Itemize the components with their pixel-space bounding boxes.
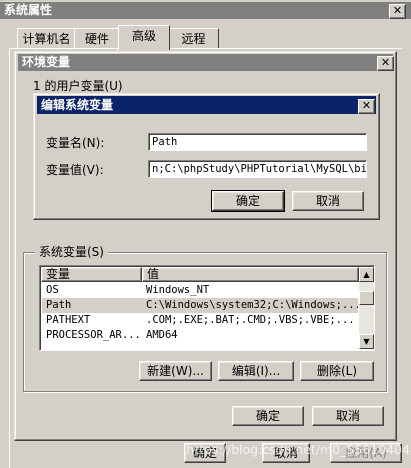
new-variable-button[interactable]: 新建(W)... bbox=[139, 361, 212, 381]
list-header: 变量 值 bbox=[41, 267, 359, 282]
table-row[interactable]: PATHEXT .COM;.EXE;.BAT;.CMD;.VBS;.VBE;..… bbox=[42, 313, 358, 328]
environment-variables-close-button[interactable]: ✕ bbox=[377, 56, 394, 71]
variable-name-cell: Path bbox=[46, 299, 72, 311]
list-body: OS Windows_NT Path C:\Windows\system32;C… bbox=[41, 283, 359, 349]
variable-value-input[interactable]: n;C:\phpStudy\PHPTutorial\MySQL\bin bbox=[148, 160, 367, 178]
system-properties-close-button[interactable]: ✕ bbox=[389, 4, 406, 19]
variable-value-text: n;C:\phpStudy\PHPTutorial\MySQL\bin bbox=[152, 163, 367, 175]
system-properties-titlebar: 系统属性 bbox=[0, 2, 411, 19]
variable-value-label: 变量值(V): bbox=[46, 163, 104, 177]
edit-cancel-button[interactable]: 取消 bbox=[292, 191, 364, 211]
system-variables-list[interactable]: 变量 值 OS Windows_NT Path C:\Windows\syste… bbox=[39, 265, 375, 351]
column-header-value[interactable]: 值 bbox=[142, 267, 359, 282]
scroll-down-icon[interactable]: ▼ bbox=[359, 334, 374, 349]
variable-name-text: Path bbox=[152, 136, 178, 148]
variable-value-cell: AMD64 bbox=[146, 329, 178, 341]
variable-value-cell: C:\Windows\system32;C:\Windows;... bbox=[146, 299, 358, 311]
edit-system-variable-titlebar: 编辑系统变量 bbox=[37, 96, 376, 114]
close-icon: ✕ bbox=[361, 99, 372, 112]
variable-name-input[interactable]: Path bbox=[148, 133, 367, 151]
variable-name-cell: PROCESSOR_AR... bbox=[46, 329, 141, 341]
close-icon: ✕ bbox=[392, 4, 403, 17]
vertical-scrollbar[interactable]: ▲ ▼ bbox=[359, 267, 374, 349]
tab-advanced[interactable]: 高级 bbox=[118, 25, 170, 50]
edit-system-variable-title: 编辑系统变量 bbox=[41, 98, 114, 112]
edit-variable-button[interactable]: 编辑(I)... bbox=[218, 361, 294, 381]
variable-name-label: 变量名(N): bbox=[46, 136, 105, 150]
table-row[interactable]: OS Windows_NT bbox=[42, 283, 358, 298]
scroll-thumb[interactable] bbox=[359, 291, 374, 305]
column-header-variable[interactable]: 变量 bbox=[41, 267, 142, 282]
delete-variable-button[interactable]: 删除(L) bbox=[300, 361, 374, 381]
variable-value-cell: Windows_NT bbox=[146, 284, 210, 296]
table-row-selected[interactable]: Path C:\Windows\system32;C:\Windows;... bbox=[42, 298, 358, 313]
edit-system-variable-dialog: 编辑系统变量 ✕ 变量名(N): Path 变量值(V): n;C:\phpSt… bbox=[33, 93, 380, 220]
close-icon: ✕ bbox=[380, 56, 391, 69]
system-properties-title: 系统属性 bbox=[4, 3, 53, 17]
tab-computer-name[interactable]: 计算机名 bbox=[17, 28, 76, 49]
variable-value-cell: .COM;.EXE;.BAT;.CMD;.VBS;.VBE;... bbox=[146, 314, 355, 326]
watermark-text: https://blog.csdn.net/m0_55610404 bbox=[186, 442, 410, 457]
environment-ok-button[interactable]: 确定 bbox=[232, 406, 304, 426]
tab-remote[interactable]: 远程 bbox=[168, 28, 219, 49]
environment-variables-titlebar: 环境变量 bbox=[18, 54, 393, 71]
system-variables-group-label: 系统变量(S) bbox=[35, 244, 108, 260]
edit-dialog-close-button[interactable]: ✕ bbox=[358, 99, 375, 114]
table-row[interactable]: PROCESSOR_AR... AMD64 bbox=[42, 328, 358, 343]
user-variables-group-label: 1 的用户变量(U) bbox=[33, 79, 123, 93]
variable-name-cell: PATHEXT bbox=[46, 314, 91, 326]
scroll-up-icon[interactable]: ▲ bbox=[359, 267, 374, 282]
tab-hardware[interactable]: 硬件 bbox=[74, 28, 120, 49]
variable-name-cell: OS bbox=[46, 284, 59, 296]
environment-variables-title: 环境变量 bbox=[22, 55, 71, 69]
environment-cancel-button[interactable]: 取消 bbox=[312, 406, 384, 426]
edit-ok-button[interactable]: 确定 bbox=[211, 190, 285, 212]
